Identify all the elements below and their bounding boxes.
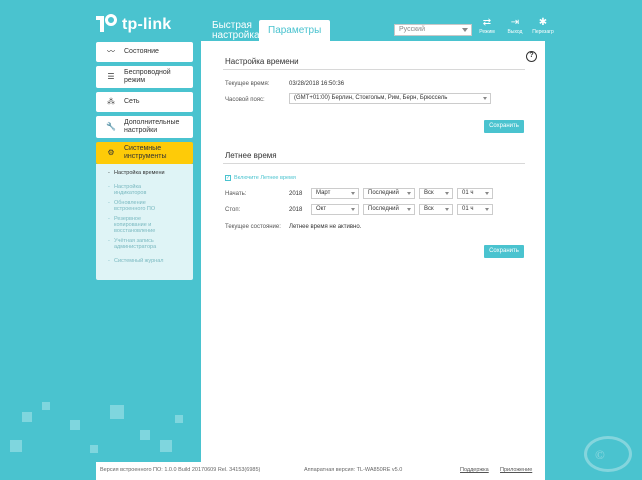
reboot-label: Перезагр bbox=[532, 29, 554, 35]
sidebar-item-label: Беспроводной режим bbox=[124, 69, 171, 84]
sidebar: 〰 Состояние ☰ Беспроводной режим ⁂ Сеть … bbox=[96, 42, 193, 280]
brand-name: tp-link bbox=[122, 16, 172, 33]
reboot-icon: ✱ bbox=[538, 17, 548, 28]
watermark-logo: © bbox=[584, 436, 632, 472]
checkmark-icon: ✓ bbox=[225, 175, 231, 181]
submenu-led-settings[interactable]: Настройка индикаторов bbox=[96, 184, 156, 196]
dst-start-hour-select[interactable]: 01 ч bbox=[457, 188, 493, 199]
top-tabs: Быстрая настройка Параметры bbox=[203, 20, 331, 41]
tab-settings[interactable]: Параметры bbox=[259, 20, 331, 41]
dst-start-week-select[interactable]: Последний bbox=[363, 188, 415, 199]
time-settings-title: Настройка времени bbox=[225, 57, 299, 66]
dst-stop-label: Стоп: bbox=[225, 207, 241, 213]
system-tools-submenu: Настройка времени Настройка индикаторов … bbox=[96, 164, 193, 280]
save-dst-button[interactable]: Сохранить bbox=[484, 245, 524, 258]
tp-link-logo: tp-link bbox=[96, 14, 171, 36]
dst-stop-day-select[interactable]: Вск bbox=[419, 204, 453, 215]
submenu-time-settings[interactable]: Настройка времени bbox=[96, 170, 193, 176]
sidebar-item-label: Состояние bbox=[124, 48, 159, 55]
background-decoration bbox=[70, 420, 80, 430]
dst-start-year: 2018 bbox=[289, 191, 303, 197]
language-select[interactable]: Русский bbox=[394, 24, 472, 36]
sidebar-item-advanced[interactable]: 🔧 Дополнительные настройки bbox=[96, 116, 193, 138]
reboot-button[interactable]: ✱ Перезагр bbox=[532, 17, 554, 35]
dst-stop-month-select[interactable]: Окт bbox=[311, 204, 359, 215]
network-icon: ⁂ bbox=[107, 97, 115, 106]
current-time-label: Текущее время: bbox=[225, 81, 270, 87]
support-link[interactable]: Поддержка bbox=[460, 467, 489, 473]
dst-stop-hour-select[interactable]: 01 ч bbox=[457, 204, 493, 215]
background-decoration bbox=[22, 412, 32, 422]
app-link[interactable]: Приложение bbox=[500, 467, 532, 473]
background-decoration bbox=[140, 430, 150, 440]
sidebar-item-label: Сеть bbox=[124, 98, 140, 105]
logout-icon: ⇥ bbox=[510, 17, 520, 28]
main-panel: ? Настройка времени Текущее время: 03/28… bbox=[201, 41, 545, 480]
dst-start-month-select[interactable]: Март bbox=[311, 188, 359, 199]
dst-status-value: Летнее время не активно. bbox=[289, 224, 362, 230]
help-icon[interactable]: ? bbox=[526, 51, 537, 62]
sidebar-item-label: Дополнительные настройки bbox=[124, 119, 180, 134]
hardware-version: Аппаратная версия: TL-WA850RE v5.0 bbox=[304, 467, 403, 473]
timezone-label: Часовой пояс: bbox=[225, 97, 265, 103]
save-time-button[interactable]: Сохранить bbox=[484, 120, 524, 133]
background-decoration bbox=[10, 440, 22, 452]
enable-dst-label: Включите Летнее время bbox=[234, 175, 296, 181]
dst-stop-week-select[interactable]: Последний bbox=[363, 204, 415, 215]
sidebar-item-system-tools[interactable]: ⚙ Системные инструменты bbox=[96, 142, 193, 164]
current-time-value: 03/28/2018 16:50:36 bbox=[289, 81, 345, 87]
sidebar-item-label: Системные инструменты bbox=[124, 145, 167, 160]
mode-button[interactable]: ⇄ Режим bbox=[476, 17, 498, 35]
wrench-icon: 🔧 bbox=[106, 122, 116, 131]
gear-icon: ⚙ bbox=[107, 148, 115, 157]
sidebar-item-network[interactable]: ⁂ Сеть bbox=[96, 92, 193, 112]
watermark-logo-mark: © bbox=[595, 447, 605, 462]
dst-start-day-select[interactable]: Вск bbox=[419, 188, 453, 199]
sidebar-item-wireless[interactable]: ☰ Беспроводной режим bbox=[96, 66, 193, 88]
timezone-select[interactable]: (GMT+01:00) Берлин, Стокгольм, Рим, Берн… bbox=[289, 93, 491, 104]
submenu-system-log[interactable]: Системный журнал bbox=[96, 258, 193, 264]
wireless-icon: ☰ bbox=[107, 72, 115, 81]
background-decoration bbox=[160, 440, 172, 452]
background-decoration bbox=[42, 402, 50, 410]
tab-quick-setup[interactable]: Быстрая настройка bbox=[203, 20, 260, 41]
sidebar-item-status[interactable]: 〰 Состояние bbox=[96, 42, 193, 62]
submenu-backup-restore[interactable]: Резервное копирование и восстановление bbox=[96, 216, 162, 234]
dst-title: Летнее время bbox=[225, 151, 277, 160]
dst-stop-year: 2018 bbox=[289, 207, 303, 213]
firmware-version: Версия встроенного ПО: 1.0.0 Build 20170… bbox=[100, 467, 261, 473]
divider bbox=[223, 69, 525, 70]
background-decoration bbox=[110, 405, 124, 419]
dst-start-label: Начать: bbox=[225, 191, 247, 197]
mode-icon: ⇄ bbox=[482, 17, 492, 28]
logout-label: Выход bbox=[507, 29, 523, 35]
submenu-firmware-upgrade[interactable]: Обновление встроенного ПО bbox=[96, 200, 156, 212]
language-selected: Русский bbox=[399, 26, 425, 33]
divider bbox=[223, 163, 525, 164]
enable-dst-checkbox[interactable]: ✓ Включите Летнее время bbox=[225, 175, 296, 181]
logout-button[interactable]: ⇥ Выход bbox=[504, 17, 526, 35]
pulse-icon: 〰 bbox=[107, 47, 115, 56]
mode-label: Режим bbox=[479, 29, 495, 35]
header-actions: ⇄ Режим ⇥ Выход ✱ Перезагр bbox=[476, 17, 554, 35]
tp-link-logo-icon bbox=[96, 14, 118, 36]
background-decoration bbox=[175, 415, 183, 423]
background-decoration bbox=[90, 445, 98, 453]
footer: Версия встроенного ПО: 1.0.0 Build 20170… bbox=[96, 462, 545, 480]
dst-status-label: Текущее состояние: bbox=[225, 224, 281, 230]
submenu-admin-account[interactable]: Учётная запись администратора bbox=[96, 238, 162, 250]
chevron-down-icon bbox=[462, 28, 468, 32]
